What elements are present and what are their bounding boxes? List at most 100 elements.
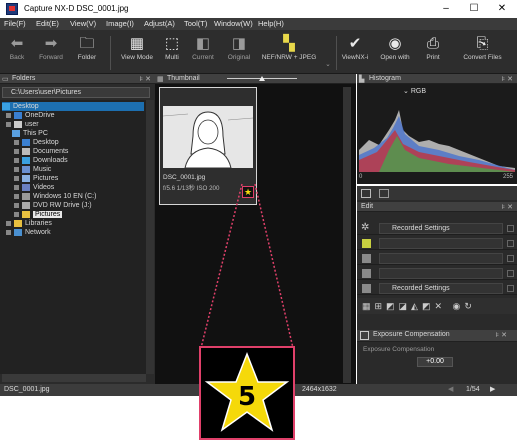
menu-tool[interactable]: Tool(T): [184, 19, 207, 28]
folder-tree-hscrollbar[interactable]: [2, 374, 146, 382]
active-dlighting-select[interactable]: Recorded Settings: [379, 283, 503, 294]
panel-close-icon[interactable]: ⊧ ✕: [502, 75, 513, 83]
white-balance-checkbox[interactable]: [507, 255, 514, 262]
edit-title: Edit: [361, 203, 374, 210]
thumbnail-panel: ▦ Thumbnail DSC_0001.jpg f/5.6 1/13秒 ISO…: [155, 74, 356, 384]
original-image-icon: ◨: [231, 35, 247, 52]
tool-icons-row[interactable]: ▦⊞◩◪◭◩✕ ◉↻: [357, 298, 517, 314]
tree-item-documents[interactable]: Documents: [14, 147, 68, 156]
current-button[interactable]: ◧ Current: [186, 34, 220, 72]
tree-item-user[interactable]: user: [6, 120, 39, 129]
original-button[interactable]: ◨ Original: [222, 34, 256, 72]
menu-view[interactable]: View(V): [70, 19, 96, 28]
tree-item-label: Downloads: [33, 157, 68, 164]
tree-item-this-pc[interactable]: This PC: [12, 129, 48, 138]
expand-icon: [14, 139, 19, 145]
info-tab-icon[interactable]: [379, 189, 389, 198]
expand-icon: [14, 166, 19, 172]
forward-button[interactable]: ➡ Forward: [34, 34, 68, 72]
picture-control-checkbox[interactable]: [507, 225, 514, 232]
nef-jpeg-button[interactable]: ▚ NEF/NRW + JPEG: [258, 34, 320, 72]
thumbnail-card[interactable]: DSC_0001.jpg f/5.6 1/13秒 ISO 200 ★: [159, 87, 257, 205]
grid-icon: ▦: [129, 35, 145, 52]
menu-file[interactable]: File(F): [4, 19, 26, 28]
edit-panel: Edit ⊧ ✕ ✲ Recorded Settings Recorded Se…: [357, 186, 517, 386]
white-balance-select[interactable]: [379, 253, 503, 264]
adjustment-checkbox[interactable]: [507, 240, 514, 247]
slider-handle[interactable]: [259, 76, 265, 81]
back-button[interactable]: ⬅ Back: [2, 34, 32, 72]
thumbnail-image: [162, 106, 254, 169]
panel-close-icon[interactable]: ⊧ ✕: [140, 75, 151, 83]
original-label: Original: [227, 54, 251, 61]
folder-tree-scrollbar[interactable]: [146, 100, 154, 374]
close-button[interactable]: ✕: [489, 2, 515, 16]
rating-badge[interactable]: ★: [242, 186, 254, 198]
menu-window[interactable]: Window(W): [214, 19, 253, 28]
thumbnail-scrollbar[interactable]: [343, 87, 351, 383]
panel-close-icon[interactable]: ⊧ ✕: [496, 331, 507, 339]
viewnx-button[interactable]: ✔ ViewNX-i: [338, 34, 372, 72]
nef-jpeg-icon: ▚: [283, 35, 295, 52]
folders-panel-header: ▭ Folders ⊧ ✕: [0, 74, 155, 84]
tree-item-music[interactable]: Music: [14, 165, 51, 174]
videos-icon: [22, 183, 30, 191]
tree-item-videos[interactable]: Videos: [14, 183, 54, 192]
minimize-button[interactable]: –: [433, 2, 459, 16]
open-with-button[interactable]: ◉ Open with: [374, 34, 416, 72]
tree-item-drive-c[interactable]: Windows 10 EN (C:): [14, 192, 96, 201]
prev-page-icon[interactable]: ◀: [448, 385, 453, 393]
tree-item-network[interactable]: Network: [6, 228, 51, 237]
tree-item-pictures[interactable]: Pictures: [14, 174, 58, 183]
chevron-down-icon: ⌄: [325, 61, 331, 68]
open-with-label: Open with: [380, 54, 410, 61]
tree-item-dvd-drive[interactable]: DVD RW Drive (J:): [14, 201, 92, 210]
tree-item-downloads[interactable]: Downloads: [14, 156, 68, 165]
histogram-icon: ▙: [359, 76, 365, 83]
exposure-label: Exposure Compensation: [363, 346, 435, 353]
menu-adjust[interactable]: Adjust(A): [144, 19, 175, 28]
menu-help[interactable]: Help(H): [258, 19, 284, 28]
edit-panel-header: Edit ⊧ ✕: [357, 202, 517, 212]
exposure-title: Exposure Compensation: [373, 331, 450, 338]
gear-icon: ✲: [361, 222, 370, 233]
active-dlighting-row: Recorded Settings: [357, 282, 517, 295]
convert-files-button[interactable]: ⎘ Convert Files: [450, 34, 515, 72]
tree-item-label: Network: [25, 229, 51, 236]
print-button[interactable]: ⎙ Print: [418, 34, 448, 72]
histogram-panel-header: ▙ Histogram ⊧ ✕: [357, 74, 517, 84]
panel-close-icon[interactable]: ⊧ ✕: [502, 203, 513, 211]
tree-item-label: Pictures: [33, 211, 63, 218]
active-dlighting-checkbox[interactable]: [507, 285, 514, 292]
view-mode-button[interactable]: ▦ View Mode: [118, 34, 156, 72]
edit-tab-icon[interactable]: [361, 189, 371, 198]
tree-item-desktop[interactable]: Desktop: [2, 102, 144, 111]
exposure-value-field[interactable]: +0.00: [417, 357, 453, 367]
convert-files-icon: ⎘: [476, 35, 489, 52]
nef-dropdown-button[interactable]: ⌄: [322, 60, 334, 70]
folder-button[interactable]: 🗀 Folder: [70, 34, 104, 72]
multi-button[interactable]: ⬚ Multi: [158, 34, 186, 72]
maximize-button[interactable]: ☐: [461, 2, 487, 16]
exposure-icon: [360, 331, 369, 340]
folder-path-field[interactable]: C:\Users\user\Pictures: [2, 87, 150, 98]
tree-item-label: user: [25, 121, 39, 128]
white-balance-icon: [362, 254, 371, 263]
histogram-title: Histogram: [369, 75, 401, 82]
tree-item-onedrive[interactable]: OneDrive: [6, 111, 55, 120]
expand-icon: [14, 148, 19, 154]
menu-image[interactable]: Image(I): [106, 19, 134, 28]
title-bar: Capture NX-D DSC_0001.jpg – ☐ ✕: [0, 0, 517, 18]
menu-edit[interactable]: Edit(E): [36, 19, 59, 28]
picture-control-select[interactable]: Recorded Settings: [379, 223, 503, 234]
download-icon: [22, 156, 30, 164]
music-icon: [22, 165, 30, 173]
tree-item-libraries[interactable]: Libraries: [6, 219, 52, 228]
picture-style-select[interactable]: [379, 268, 503, 279]
next-page-icon[interactable]: ▶: [490, 385, 495, 393]
tree-item-desktop-2[interactable]: Desktop: [14, 138, 59, 147]
tree-item-pictures-selected[interactable]: Pictures: [14, 210, 63, 219]
picture-style-checkbox[interactable]: [507, 270, 514, 277]
channel-select[interactable]: ⌄ RGB: [403, 87, 467, 97]
adjustment-select[interactable]: [379, 238, 503, 249]
